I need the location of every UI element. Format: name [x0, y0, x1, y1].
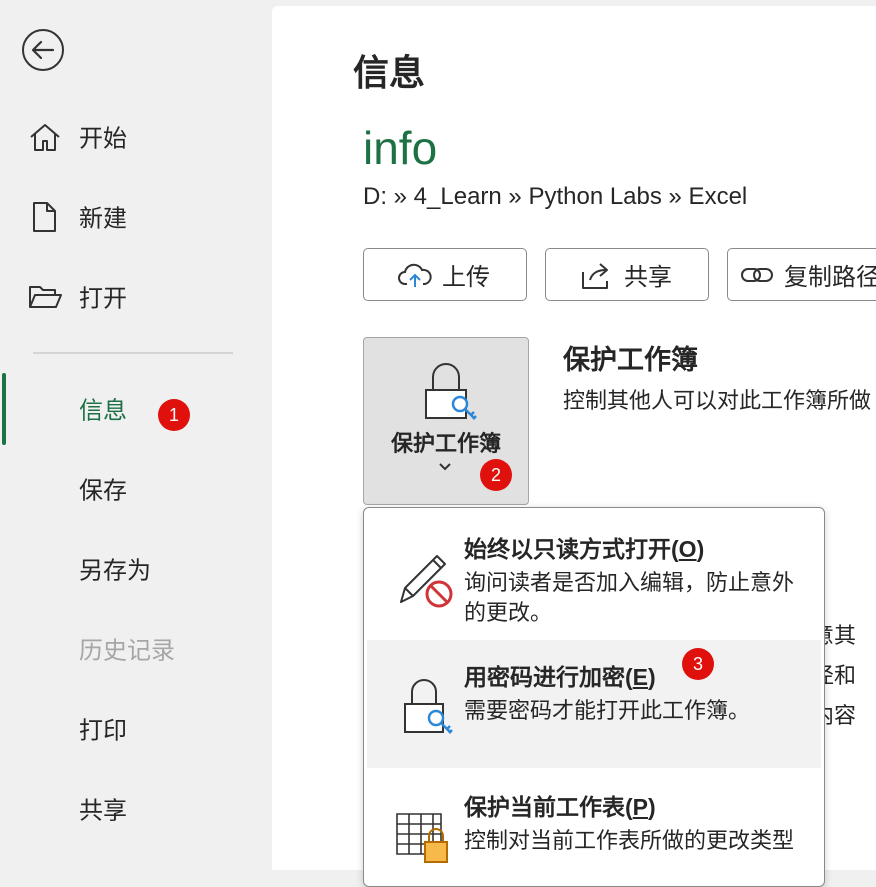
nav-label-new: 新建 — [79, 205, 127, 233]
nav-item-share[interactable]: 共享 — [0, 778, 272, 838]
page-title: 信息 — [353, 52, 426, 93]
nav-item-home[interactable]: 开始 — [0, 106, 272, 166]
nav-item-save[interactable]: 保存 — [0, 458, 272, 518]
menu-item-title: 用密码进行加密(E) — [464, 664, 656, 690]
menu-item-title: 始终以只读方式打开(O) — [464, 536, 705, 562]
nav-label-open: 打开 — [79, 285, 127, 313]
protect-section-title: 保护工作簿 — [563, 345, 698, 375]
menu-item-description: 控制对当前工作表所做的更改类型 — [464, 828, 795, 853]
nav-item-history: 历史记录 — [0, 618, 272, 678]
sidebar-divider — [33, 352, 233, 354]
nav-item-print[interactable]: 打印 — [0, 698, 272, 758]
link-icon — [741, 267, 773, 282]
chevron-down-icon — [439, 463, 451, 471]
back-button[interactable] — [22, 29, 64, 71]
lock-key-icon — [425, 363, 477, 420]
file-name: info — [363, 122, 438, 174]
nav-label-save: 保存 — [79, 477, 127, 505]
copy-path-button[interactable]: 复制路径 — [727, 248, 876, 301]
menu-item-read-only[interactable]: 始终以只读方式打开(O) 询问读者是否加入编辑，防止意外的更改。 — [367, 512, 821, 640]
file-path-breadcrumb: D: » 4_Learn » Python Labs » Excel — [363, 183, 748, 210]
share-button[interactable]: 共享 — [545, 248, 709, 301]
nav-label-save-as: 另存为 — [79, 557, 151, 585]
menu-item-protect-sheet[interactable]: 保护当前工作表(P) 控制对当前工作表所做的更改类型 — [367, 770, 821, 886]
home-icon — [30, 124, 60, 151]
arrow-left-circle-icon — [31, 40, 55, 60]
menu-item-encrypt-password[interactable]: 用密码进行加密(E) 需要密码才能打开此工作簿。 — [367, 640, 821, 768]
nav-label-print: 打印 — [79, 717, 127, 745]
nav-item-save-as[interactable]: 另存为 — [0, 538, 272, 598]
step-badge-2: 2 — [480, 459, 512, 491]
nav-item-open[interactable]: 打开 — [0, 266, 272, 326]
copy-path-label: 复制路径 — [784, 264, 876, 291]
pencil-no-icon — [400, 555, 453, 608]
share-icon — [582, 262, 608, 289]
lock-key-icon — [404, 679, 453, 734]
protect-tile-label: 保护工作簿 — [390, 431, 501, 456]
upload-button[interactable]: 上传 — [363, 248, 527, 301]
menu-item-title: 保护当前工作表(P) — [464, 794, 656, 820]
backstage-sidebar: 开始 新建 打开 信息 1 保存 另存为 历史记录 打印 共享 — [0, 0, 272, 870]
share-label: 共享 — [624, 264, 672, 291]
sheet-lock-icon — [396, 813, 448, 863]
protect-workbook-menu: 始终以只读方式打开(O) 询问读者是否加入编辑，防止意外的更改。 用密码进行加密… — [363, 507, 825, 887]
nav-label-home: 开始 — [79, 125, 127, 153]
upload-label: 上传 — [442, 264, 490, 291]
new-document-icon — [33, 202, 56, 232]
nav-item-info[interactable]: 信息 — [0, 378, 272, 438]
nav-label-share: 共享 — [79, 797, 127, 825]
folder-open-icon — [29, 286, 62, 308]
menu-item-description: 需要密码才能打开此工作簿。 — [464, 698, 751, 723]
nav-label-history: 历史记录 — [79, 637, 175, 665]
protect-section-description: 控制其他人可以对此工作簿所做 — [563, 388, 872, 413]
nav-label-info: 信息 — [79, 397, 127, 425]
nav-item-new[interactable]: 新建 — [0, 186, 272, 246]
step-badge-3: 3 — [682, 648, 714, 680]
cloud-upload-icon — [398, 263, 432, 287]
step-badge-1: 1 — [158, 399, 190, 431]
menu-item-description: 询问读者是否加入编辑，防止意外的更改。 — [464, 570, 795, 625]
